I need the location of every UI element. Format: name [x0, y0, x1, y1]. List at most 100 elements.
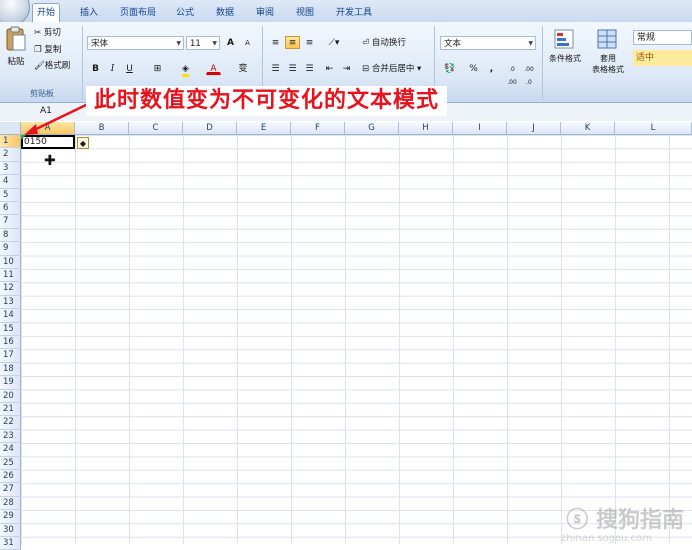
- shrink-font-button[interactable]: A: [240, 36, 255, 49]
- row-header-1[interactable]: 1: [0, 135, 21, 149]
- row-header-6[interactable]: 6: [0, 202, 21, 216]
- row-header-3[interactable]: 3: [0, 161, 21, 176]
- neutral-style-cell[interactable]: 适中: [633, 50, 692, 66]
- wrap-icon: ⏎: [362, 38, 370, 48]
- row-header-18[interactable]: 18: [0, 362, 21, 377]
- column-header-c[interactable]: C: [129, 122, 183, 135]
- column-header-i[interactable]: I: [453, 122, 507, 135]
- increase-indent-button[interactable]: ⇥: [339, 62, 354, 75]
- table-style-icon: [597, 29, 617, 49]
- select-all-corner[interactable]: [0, 122, 21, 135]
- copy-button[interactable]: ❐ 复制: [34, 44, 61, 57]
- column-header-d[interactable]: D: [183, 122, 237, 135]
- align-middle-button[interactable]: ≡: [285, 36, 300, 49]
- row-header-17[interactable]: 17: [0, 349, 21, 363]
- bold-button[interactable]: B: [88, 62, 103, 75]
- borders-button[interactable]: ⊞: [150, 62, 165, 75]
- row-header-4[interactable]: 4: [0, 175, 21, 189]
- wrap-text-label: 自动换行: [371, 38, 406, 48]
- row-header-5[interactable]: 5: [0, 188, 21, 202]
- underline-button[interactable]: U: [122, 62, 137, 75]
- percent-button[interactable]: %: [466, 62, 481, 75]
- cell-a1[interactable]: 0150: [21, 135, 75, 149]
- row-header-27[interactable]: 27: [0, 483, 21, 497]
- row-header-26[interactable]: 26: [0, 470, 21, 484]
- decrease-indent-button[interactable]: ⇤: [322, 62, 337, 75]
- tab-insert[interactable]: 插入: [76, 5, 102, 21]
- column-header-a[interactable]: A: [21, 122, 75, 135]
- row-header-14[interactable]: 14: [0, 309, 21, 323]
- row-header-28[interactable]: 28: [0, 496, 21, 511]
- normal-style-cell[interactable]: 常规: [633, 30, 692, 45]
- column-header-j[interactable]: J: [507, 122, 561, 135]
- column-header-h[interactable]: H: [399, 122, 453, 135]
- conditional-format-label: 条件格式: [549, 54, 581, 63]
- row-header-10[interactable]: 10: [0, 255, 21, 269]
- column-header-e[interactable]: E: [237, 122, 291, 135]
- row-header-15[interactable]: 15: [0, 322, 21, 336]
- decrease-decimal-button[interactable]: .00 .0: [521, 62, 537, 86]
- increase-decimal-button[interactable]: .0 .00: [504, 62, 520, 86]
- row-header-29[interactable]: 29: [0, 510, 21, 524]
- column-header-k[interactable]: K: [561, 122, 615, 135]
- row-header-24[interactable]: 24: [0, 443, 21, 457]
- font-name-box[interactable]: 宋体 ▼: [87, 36, 184, 50]
- grow-font-button[interactable]: A: [223, 36, 238, 49]
- row-header-13[interactable]: 13: [0, 295, 21, 310]
- conditional-format-button[interactable]: 条件格式: [546, 28, 584, 64]
- italic-button[interactable]: I: [105, 62, 120, 75]
- column-header-f[interactable]: F: [291, 122, 345, 135]
- align-top-button[interactable]: ≡: [268, 36, 283, 49]
- chevron-down-icon: ▼: [528, 40, 533, 47]
- align-center-button[interactable]: ☰: [285, 62, 300, 75]
- row-header-21[interactable]: 21: [0, 403, 21, 417]
- comma-button[interactable]: ,: [484, 62, 499, 75]
- watermark-text: 搜狗指南: [595, 508, 684, 533]
- row-header-8[interactable]: 8: [0, 228, 21, 243]
- row-header-16[interactable]: 16: [0, 336, 21, 350]
- tab-developer[interactable]: 开发工具: [332, 5, 376, 21]
- row-header-2[interactable]: 2: [0, 148, 21, 162]
- worksheet-grid[interactable]: A B C D E F G H I J K L 1 2 3 4 5 6 7 8 9 10 11 12 1…: [0, 122, 692, 550]
- format-as-table-button[interactable]: 套用 表格格式: [586, 28, 630, 75]
- row-header-19[interactable]: 19: [0, 376, 21, 390]
- column-header-l[interactable]: L: [615, 122, 692, 135]
- orientation-button[interactable]: ⟋▾: [322, 36, 346, 49]
- fill-color-button[interactable]: ◈: [178, 62, 193, 77]
- row-header-23[interactable]: 23: [0, 429, 21, 444]
- align-right-button[interactable]: ☰: [302, 62, 317, 75]
- font-color-button[interactable]: A: [206, 62, 221, 75]
- phonetic-button[interactable]: 变: [232, 62, 254, 75]
- tab-data[interactable]: 数据: [212, 5, 238, 21]
- font-size-value: 11: [190, 39, 201, 49]
- name-box[interactable]: A1: [40, 106, 52, 116]
- merge-icon: ⊟: [362, 64, 370, 74]
- align-left-button[interactable]: ☰: [268, 62, 283, 75]
- row-header-30[interactable]: 30: [0, 523, 21, 537]
- tab-home[interactable]: 开始: [32, 3, 61, 23]
- tab-view[interactable]: 视图: [292, 5, 318, 21]
- row-header-12[interactable]: 12: [0, 282, 21, 296]
- error-warning-icon[interactable]: ◆: [77, 137, 89, 149]
- row-header-20[interactable]: 20: [0, 389, 21, 403]
- wrap-text-button[interactable]: ⏎ 自动换行: [362, 37, 406, 50]
- align-bottom-button[interactable]: ≡: [302, 36, 317, 49]
- accounting-button[interactable]: 💱: [441, 62, 459, 75]
- cut-button[interactable]: ✂ 剪切: [34, 27, 61, 40]
- tab-page-layout[interactable]: 页面布局: [116, 5, 160, 21]
- row-header-7[interactable]: 7: [0, 215, 21, 229]
- merge-center-button[interactable]: ⊟ 合并后居中 ▾: [362, 63, 421, 76]
- column-header-g[interactable]: G: [345, 122, 399, 135]
- number-format-box[interactable]: 文本 ▼: [440, 36, 536, 50]
- paste-button[interactable]: 粘贴: [4, 26, 28, 78]
- row-header-11[interactable]: 11: [0, 269, 21, 283]
- format-painter-button[interactable]: 🖌格式刷: [34, 60, 70, 73]
- tab-formulas[interactable]: 公式: [172, 5, 198, 21]
- watermark-logo: ⓢ 搜狗指南: [566, 502, 684, 534]
- tab-review[interactable]: 审阅: [252, 5, 278, 21]
- row-header-22[interactable]: 22: [0, 416, 21, 430]
- font-size-box[interactable]: 11 ▼: [186, 36, 220, 50]
- column-header-b[interactable]: B: [75, 122, 129, 135]
- row-header-25[interactable]: 25: [0, 456, 21, 470]
- row-header-9[interactable]: 9: [0, 242, 21, 256]
